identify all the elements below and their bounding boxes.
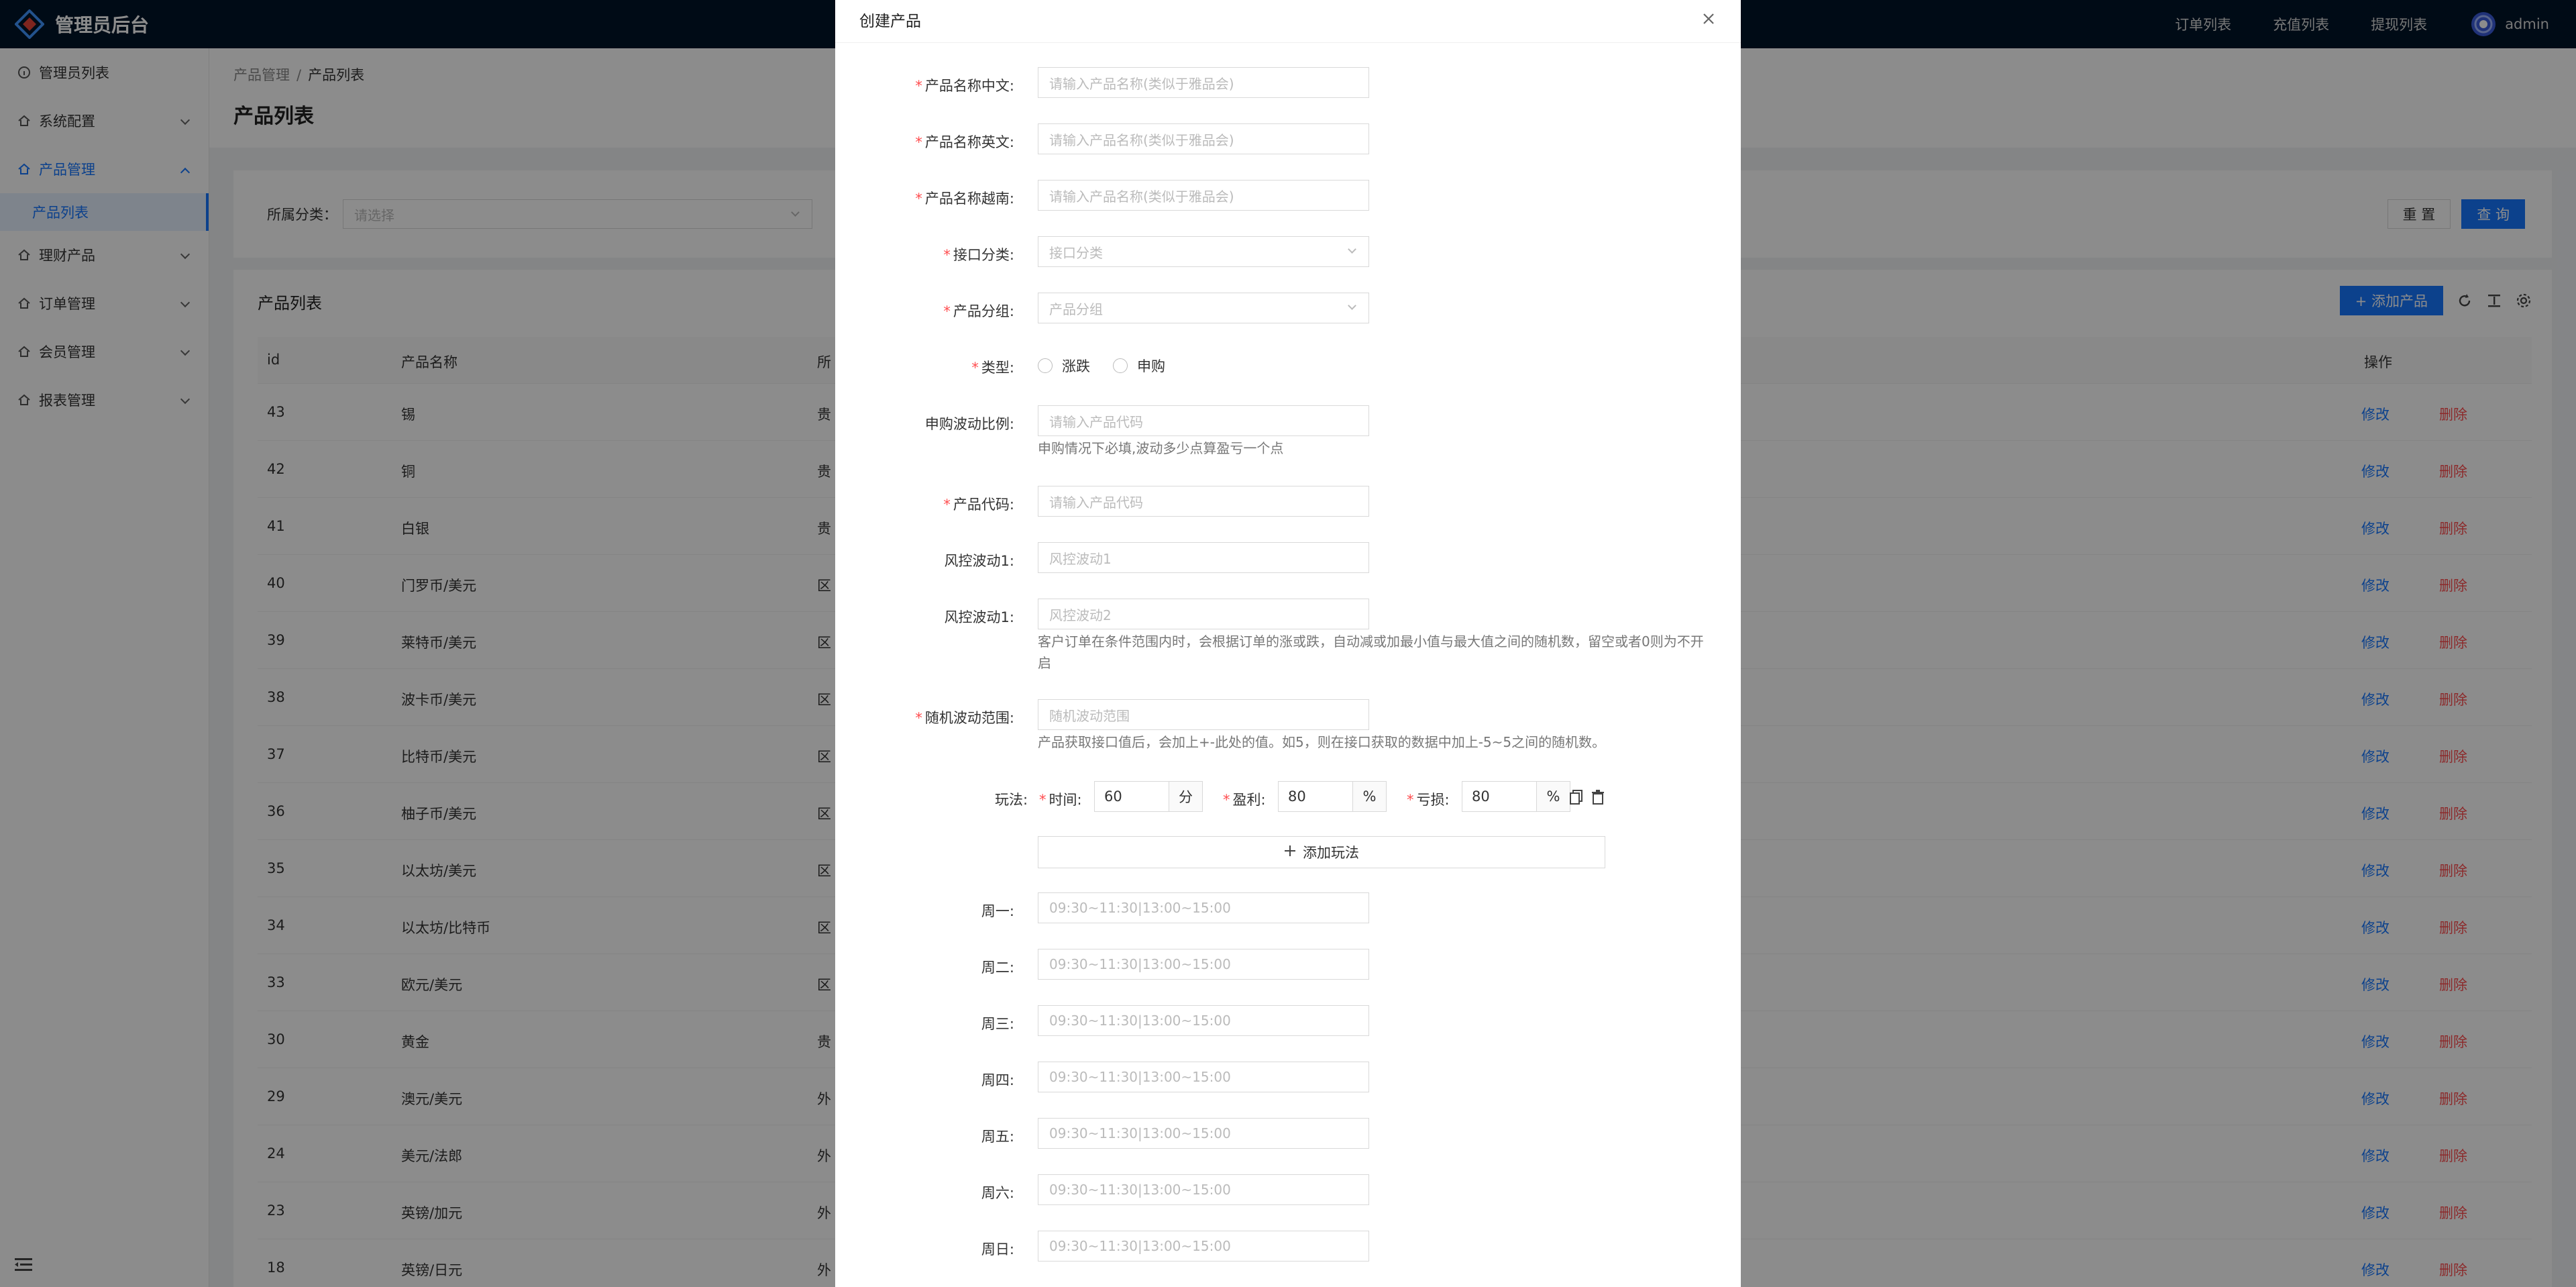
copy-icon[interactable] bbox=[1569, 789, 1584, 809]
add-play-label: 添加玩法 bbox=[1303, 845, 1359, 861]
radio-label[interactable]: 申购 bbox=[1137, 356, 1165, 376]
select-placeholder: 产品分组 bbox=[1049, 301, 1103, 317]
weekday-label: 周三: bbox=[981, 1016, 1014, 1032]
type-radio-updown[interactable] bbox=[1038, 358, 1053, 373]
weekday-label: 周四: bbox=[981, 1072, 1014, 1088]
time-input[interactable]: 60 分 bbox=[1094, 781, 1203, 812]
field-label-text: 产品名称越南: bbox=[924, 191, 1014, 207]
close-icon[interactable] bbox=[1697, 7, 1721, 31]
field-label-text: 产品代码: bbox=[953, 497, 1014, 513]
group-label: * 产品分组: bbox=[943, 301, 1014, 321]
name-cn-input[interactable]: 请输入产品名称(类似于雅品会) bbox=[1038, 67, 1369, 98]
time-unit: 分 bbox=[1169, 782, 1202, 811]
name-en-label: * 产品名称英文: bbox=[915, 132, 1014, 152]
select-placeholder: 接口分类 bbox=[1049, 244, 1103, 261]
field-label-text: 接口分类: bbox=[953, 247, 1014, 263]
weekday-time-input[interactable]: 09:30~11:30|13:00~15:00 bbox=[1038, 892, 1369, 923]
profit-input[interactable]: 80% bbox=[1278, 781, 1387, 812]
profit-value: 80 bbox=[1288, 788, 1306, 805]
required-mark: * bbox=[943, 497, 951, 513]
required-mark: * bbox=[1039, 792, 1046, 808]
sub-ratio-input[interactable]: 请输入产品代码 bbox=[1038, 405, 1369, 436]
field-label-text: 亏损: bbox=[1416, 792, 1450, 808]
field-label-text: 产品名称中文: bbox=[924, 78, 1014, 94]
required-mark: * bbox=[915, 78, 922, 94]
type-label: * 类型: bbox=[971, 357, 1014, 377]
required-mark: * bbox=[971, 360, 979, 376]
type-radio-subscribe[interactable] bbox=[1113, 358, 1128, 373]
risk1-input[interactable]: 风控波动1 bbox=[1038, 542, 1369, 573]
add-play-button[interactable]: 添加玩法 bbox=[1038, 836, 1605, 868]
required-mark: * bbox=[1407, 792, 1414, 808]
field-label-text: 时间: bbox=[1049, 792, 1082, 808]
field-label-text: 产品分组: bbox=[953, 303, 1014, 319]
required-mark: * bbox=[943, 303, 951, 319]
profit-unit: % bbox=[1352, 782, 1386, 811]
weekday-time-input[interactable]: 09:30~11:30|13:00~15:00 bbox=[1038, 1174, 1369, 1205]
risk2-help: 客户订单在条件范围内时，会根据订单的涨或跌，自动减或加最小值与最大值之间的随机数… bbox=[1038, 633, 1704, 671]
weekday-label: 周五: bbox=[981, 1129, 1014, 1145]
loss-input[interactable]: 80% bbox=[1462, 781, 1570, 812]
random-input[interactable]: 随机波动范围 bbox=[1038, 699, 1369, 730]
time-label: * 时间: bbox=[1039, 789, 1082, 809]
weekday-label: 周一: bbox=[981, 903, 1014, 919]
sub-ratio-label: 申购波动比例: bbox=[924, 416, 1014, 432]
api-category-label: * 接口分类: bbox=[943, 244, 1014, 264]
field-label-text: 产品名称英文: bbox=[924, 134, 1014, 150]
weekday-label: 周二: bbox=[981, 960, 1014, 976]
field-label-text: 盈利: bbox=[1232, 792, 1266, 808]
random-help: 产品获取接口值后，会加上+-此处的值。如5，则在接口获取的数据中加上-5~5之间… bbox=[1038, 734, 1606, 750]
required-mark: * bbox=[915, 710, 922, 726]
name-vn-label: * 产品名称越南: bbox=[915, 188, 1014, 208]
chevron-down-icon bbox=[1348, 301, 1356, 310]
code-label: * 产品代码: bbox=[943, 494, 1014, 514]
required-mark: * bbox=[915, 134, 922, 150]
weekday-time-input[interactable]: 09:30~11:30|13:00~15:00 bbox=[1038, 949, 1369, 980]
required-mark: * bbox=[943, 247, 951, 263]
play-row: 玩法: * 时间: 60 分 * 盈利: 80% * 亏损: 80% bbox=[835, 781, 1741, 813]
weekday-time-input[interactable]: 09:30~11:30|13:00~15:00 bbox=[1038, 1231, 1369, 1262]
required-mark: * bbox=[1223, 792, 1230, 808]
name-vn-input[interactable]: 请输入产品名称(类似于雅品会) bbox=[1038, 180, 1369, 211]
code-input[interactable]: 请输入产品代码 bbox=[1038, 486, 1369, 517]
weekday-label: 周六: bbox=[981, 1185, 1014, 1201]
name-cn-label: * 产品名称中文: bbox=[915, 75, 1014, 95]
group-select[interactable]: 产品分组 bbox=[1038, 293, 1369, 323]
weekday-time-input[interactable]: 09:30~11:30|13:00~15:00 bbox=[1038, 1062, 1369, 1092]
delete-icon[interactable] bbox=[1591, 789, 1605, 809]
time-value: 60 bbox=[1104, 788, 1122, 805]
risk1-label: 风控波动1: bbox=[944, 553, 1014, 569]
name-en-input[interactable]: 请输入产品名称(类似于雅品会) bbox=[1038, 123, 1369, 154]
radio-label[interactable]: 涨跌 bbox=[1062, 356, 1090, 376]
api-category-select[interactable]: 接口分类 bbox=[1038, 236, 1369, 267]
loss-unit: % bbox=[1536, 782, 1570, 811]
type-radio-group: 涨跌 申购 bbox=[1038, 356, 1188, 376]
required-mark: * bbox=[915, 191, 922, 207]
modal-title: 创建产品 bbox=[835, 0, 1741, 43]
sub-ratio-help: 申购情况下必填,波动多少点算盈亏一个点 bbox=[1038, 440, 1284, 456]
risk2-label: 风控波动1: bbox=[944, 609, 1014, 625]
create-product-modal: 创建产品 * 产品名称中文: 请输入产品名称(类似于雅品会) * 产品名称英文: 请… bbox=[835, 0, 1741, 1287]
weekday-label: 周日: bbox=[981, 1241, 1014, 1257]
play-label: 玩法: bbox=[995, 792, 1028, 808]
plus-icon bbox=[1284, 844, 1296, 860]
field-label-text: 类型: bbox=[981, 360, 1014, 376]
field-label-text: 随机波动范围: bbox=[924, 710, 1014, 726]
weekday-time-input[interactable]: 09:30~11:30|13:00~15:00 bbox=[1038, 1005, 1369, 1036]
risk2-input[interactable]: 风控波动2 bbox=[1038, 599, 1369, 629]
loss-value: 80 bbox=[1472, 788, 1490, 805]
random-label: * 随机波动范围: bbox=[915, 707, 1014, 727]
weekday-time-input[interactable]: 09:30~11:30|13:00~15:00 bbox=[1038, 1118, 1369, 1149]
loss-label: * 亏损: bbox=[1407, 789, 1450, 809]
chevron-down-icon bbox=[1348, 245, 1356, 254]
profit-label: * 盈利: bbox=[1223, 789, 1266, 809]
